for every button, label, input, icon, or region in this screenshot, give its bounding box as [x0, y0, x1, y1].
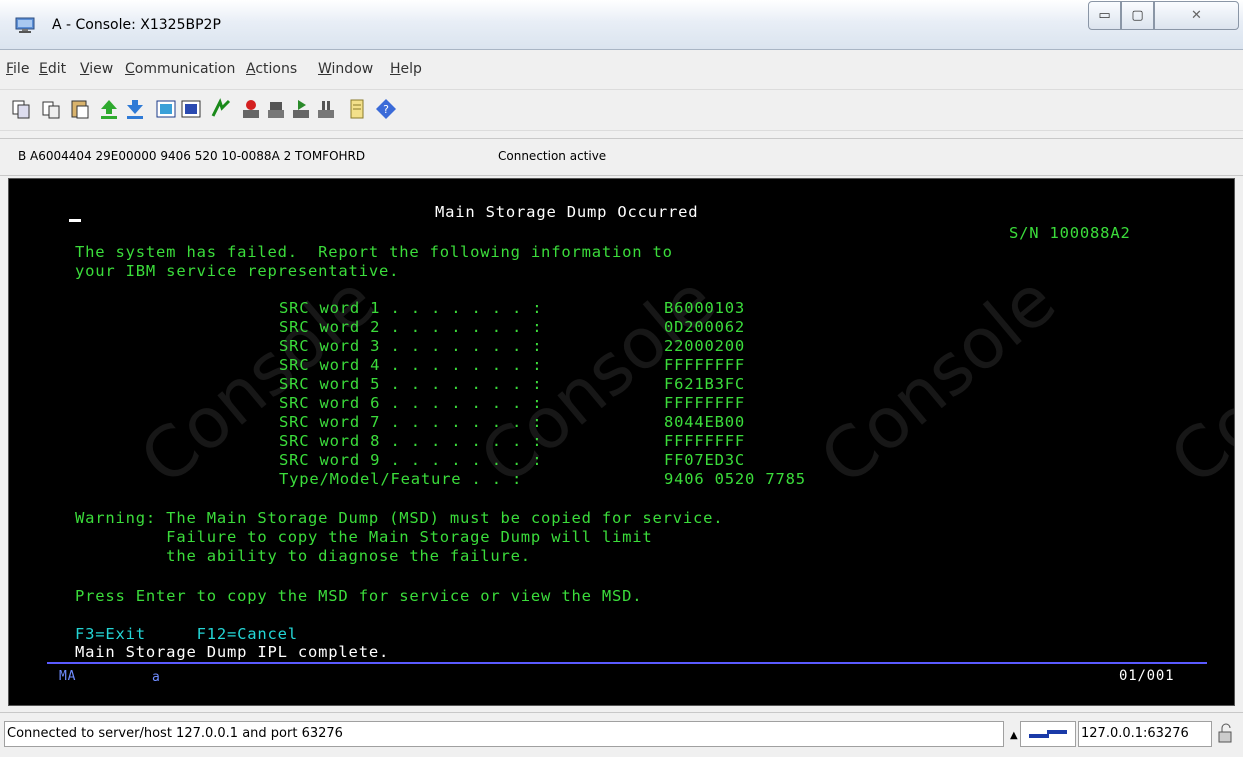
press-enter-instruction: Press Enter to copy the MSD for service …	[75, 587, 643, 605]
title-bar: A - Console: X1325BP2P ▭ ▢ ✕	[0, 0, 1243, 50]
src-word-label: SRC word 4 . . . . . . . :	[279, 356, 543, 374]
cursor-position: 01/001	[1119, 668, 1175, 684]
src-word-label: SRC word 8 . . . . . . . :	[279, 432, 543, 450]
macro-icon[interactable]	[210, 98, 232, 120]
oia-status: MA	[59, 669, 77, 684]
copy-icon[interactable]	[10, 98, 32, 120]
svg-text:?: ?	[383, 103, 389, 116]
host-address: 127.0.0.1:63276	[1078, 721, 1212, 747]
serial-number: S/N 100088A2	[1009, 224, 1131, 242]
paste-icon[interactable]	[40, 98, 62, 120]
session-info-bar: B A6004404 29E00000 9406 520 10-0088A 2 …	[0, 138, 1243, 176]
maximize-button[interactable]: ▢	[1121, 1, 1154, 30]
system-message: Main Storage Dump IPL complete.	[75, 643, 390, 661]
terminal-screen[interactable]: Console Console Console Console Main Sto…	[8, 178, 1235, 706]
menu-help[interactable]: Help	[390, 61, 422, 77]
src-word-value: F621B3FC	[664, 375, 746, 393]
oia-divider	[47, 662, 1207, 664]
type-model-label: Type/Model/Feature . . :	[279, 470, 523, 488]
connection-status: Connection active	[498, 149, 607, 163]
menu-actions[interactable]: Actions	[246, 61, 297, 77]
send-file-icon[interactable]	[98, 98, 120, 120]
warning-line-1: Warning: The Main Storage Dump (MSD) mus…	[75, 509, 724, 527]
text-cursor	[69, 219, 81, 222]
notes-icon[interactable]	[346, 98, 368, 120]
src-word-label: SRC word 6 . . . . . . . :	[279, 394, 543, 412]
play-macro-icon[interactable]	[290, 98, 312, 120]
minimize-icon: ▭	[1098, 8, 1111, 23]
paste-special-icon[interactable]	[69, 98, 91, 120]
src-word-label: SRC word 1 . . . . . . . :	[279, 299, 543, 317]
menu-file[interactable]: File	[6, 61, 29, 77]
src-word-value: FFFFFFFF	[664, 432, 746, 450]
menu-view[interactable]: View	[80, 61, 113, 77]
monitor-icon	[15, 17, 35, 33]
connection-icon	[1020, 721, 1076, 747]
src-word-label: SRC word 7 . . . . . . . :	[279, 413, 543, 431]
lock-icon	[1218, 723, 1232, 743]
connection-icon	[1029, 730, 1067, 738]
keypad-icon[interactable]	[180, 98, 202, 120]
src-word-value: 22000200	[664, 337, 746, 355]
menu-window[interactable]: Window	[318, 61, 373, 77]
src-word-value: FFFFFFFF	[664, 394, 746, 412]
src-word-label: SRC word 9 . . . . . . . :	[279, 451, 543, 469]
up-arrow-icon[interactable]: ▲	[1010, 730, 1018, 741]
receive-file-icon[interactable]	[124, 98, 146, 120]
close-icon: ✕	[1191, 8, 1202, 23]
src-word-value: B6000103	[664, 299, 746, 317]
warning-line-2: Failure to copy the Main Storage Dump wi…	[75, 528, 653, 546]
window-controls: ▭ ▢ ✕	[1088, 1, 1239, 32]
record-macro-icon[interactable]	[240, 98, 262, 120]
menu-edit[interactable]: Edit	[39, 61, 66, 77]
src-word-value: FFFFFFFF	[664, 356, 746, 374]
minimize-button[interactable]: ▭	[1088, 1, 1121, 30]
src-word-value: FF07ED3C	[664, 451, 746, 469]
src-word-value: 0D200062	[664, 318, 746, 336]
console-watermark: Console	[1155, 259, 1235, 501]
window-title: A - Console: X1325BP2P	[52, 17, 221, 33]
oia-mode: a	[152, 670, 161, 685]
src-word-label: SRC word 2 . . . . . . . :	[279, 318, 543, 336]
warning-line-3: the ability to diagnose the failure.	[75, 547, 531, 565]
intro-line-1: The system has failed. Report the follow…	[75, 243, 673, 261]
menu-bar: File Edit View Communication Actions Win…	[0, 55, 1243, 85]
intro-line-2: your IBM service representative.	[75, 262, 400, 280]
src-word-label: SRC word 3 . . . . . . . :	[279, 337, 543, 355]
close-button[interactable]: ✕	[1154, 1, 1239, 30]
menu-communication[interactable]: Communication	[125, 61, 235, 77]
display-icon[interactable]	[155, 98, 177, 120]
src-word-label: SRC word 5 . . . . . . . :	[279, 375, 543, 393]
screen-title: Main Storage Dump Occurred	[435, 203, 699, 221]
src-word-value: 8044EB00	[664, 413, 746, 431]
pause-macro-icon[interactable]	[315, 98, 337, 120]
function-keys[interactable]: F3=Exit F12=Cancel	[75, 625, 298, 644]
status-message: Connected to server/host 127.0.0.1 and p…	[4, 721, 1004, 747]
status-bar: Connected to server/host 127.0.0.1 and p…	[0, 712, 1243, 757]
maximize-icon: ▢	[1131, 8, 1144, 23]
console-watermark: Console	[805, 259, 1071, 501]
session-info: B A6004404 29E00000 9406 520 10-0088A 2 …	[18, 149, 366, 163]
help-icon[interactable]: ?	[375, 98, 397, 120]
type-model-value: 9406 0520 7785	[664, 470, 806, 488]
stop-macro-icon[interactable]	[265, 98, 287, 120]
toolbar: ?	[0, 89, 1243, 131]
